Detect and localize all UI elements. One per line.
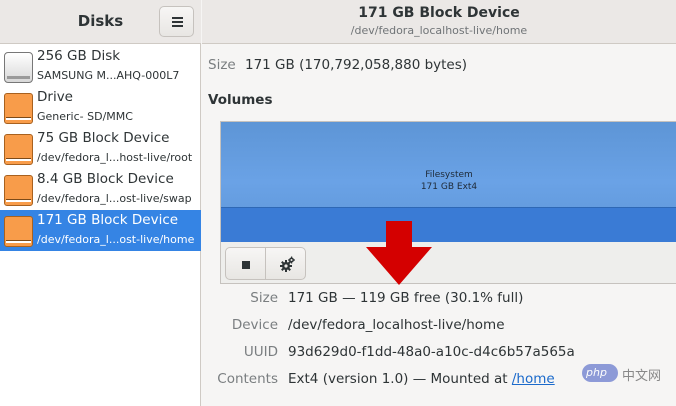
disk-name: 256 GB Disk	[37, 48, 121, 64]
detail-uuid-value: 93d629d0-f1dd-48a0-a10c-d4c6b57a565a	[288, 344, 575, 360]
disk-subtitle: /dev/fedora_l...host-live/root	[37, 151, 193, 164]
menu-button[interactable]	[159, 6, 194, 37]
detail-contents-value: Ext4 (version 1.0) — Mounted at /home	[288, 371, 555, 387]
partition-usage-band	[221, 207, 676, 242]
volume-graph: Filesystem 171 GB Ext4	[220, 121, 676, 284]
detail-size-value: 171 GB — 119 GB free (30.1% full)	[288, 290, 524, 306]
disk-name: 171 GB Block Device	[37, 212, 179, 228]
device-path: /dev/fedora_localhost-live/home	[350, 24, 528, 37]
sidebar-header: Disks	[0, 0, 201, 44]
contents-description: Ext4 (version 1.0) — Mounted at	[288, 371, 512, 387]
disk-item-75gb[interactable]: 75 GB Block Device /dev/fedora_l...host-…	[0, 128, 201, 169]
watermark-logo: php	[582, 364, 618, 382]
hard-disk-icon	[4, 52, 33, 83]
volumes-heading: Volumes	[208, 92, 273, 108]
block-device-icon	[4, 175, 33, 206]
detail-device-value: /dev/fedora_localhost-live/home	[288, 317, 505, 333]
disk-name: Drive	[37, 89, 73, 105]
disk-item-256gb[interactable]: 256 GB Disk SAMSUNG M...AHQ-000L7	[0, 46, 201, 87]
sidebar: Disks 256 GB Disk SAMSUNG M...AHQ-000L7 …	[0, 0, 201, 406]
detail-size-label: Size	[250, 290, 278, 306]
mount-point-link[interactable]: /home	[512, 371, 555, 387]
device-title: 171 GB Block Device	[358, 5, 520, 21]
detail-contents-label: Contents	[217, 371, 278, 387]
partition-label: Filesystem	[425, 170, 473, 180]
partition-size: 171 GB Ext4	[420, 182, 478, 192]
disk-name: 8.4 GB Block Device	[37, 171, 174, 187]
disk-name: 75 GB Block Device	[37, 130, 170, 146]
detail-device-label: Device	[231, 317, 278, 333]
block-device-icon	[4, 134, 33, 165]
size-label: Size	[208, 57, 236, 73]
watermark: php 中文网	[582, 362, 672, 386]
disk-subtitle: /dev/fedora_l...ost-live/home	[37, 233, 195, 246]
block-device-icon	[4, 216, 33, 247]
disk-item-drive[interactable]: Drive Generic- SD/MMC	[0, 87, 201, 128]
stop-icon	[242, 261, 250, 269]
disk-item-8gb[interactable]: 8.4 GB Block Device /dev/fedora_l...ost-…	[0, 169, 201, 210]
partition-filesystem[interactable]: Filesystem 171 GB Ext4	[221, 122, 676, 242]
red-down-arrow-icon	[366, 221, 432, 285]
main-header: 171 GB Block Device /dev/fedora_localhos…	[202, 0, 676, 44]
disk-subtitle: SAMSUNG M...AHQ-000L7	[37, 69, 180, 82]
gears-icon	[280, 256, 295, 272]
disk-item-171gb[interactable]: 171 GB Block Device /dev/fedora_l...ost-…	[0, 210, 201, 251]
size-value: 171 GB (170,792,058,880 bytes)	[245, 57, 468, 73]
disk-subtitle: Generic- SD/MMC	[37, 110, 133, 123]
detail-uuid-label: UUID	[243, 344, 278, 360]
more-actions-button[interactable]	[265, 247, 306, 280]
unmount-button[interactable]	[225, 247, 266, 280]
drive-icon	[4, 93, 33, 124]
disk-subtitle: /dev/fedora_l...ost-live/swap	[37, 192, 192, 205]
watermark-text: 中文网	[622, 369, 662, 384]
